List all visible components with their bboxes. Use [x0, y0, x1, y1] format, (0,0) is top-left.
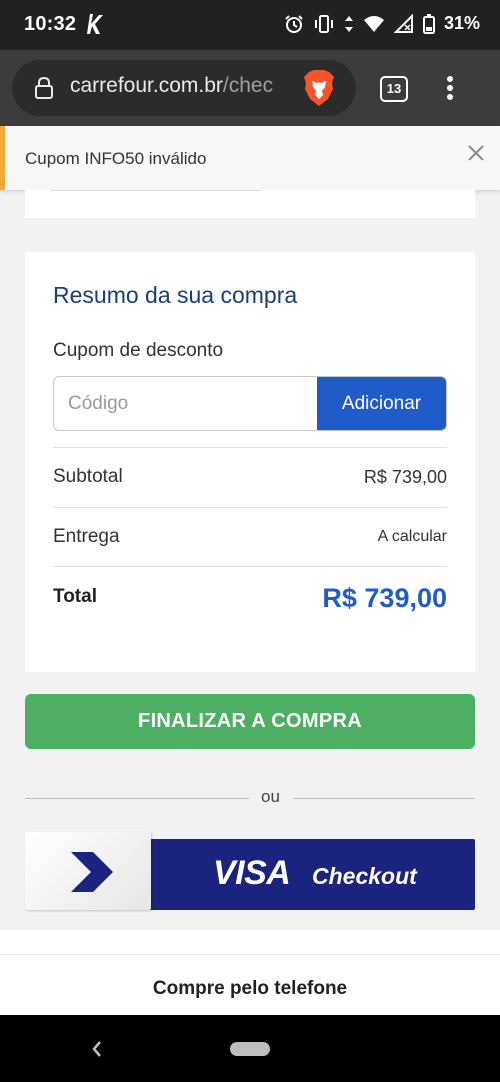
- total-value: R$ 739,00: [322, 583, 447, 613]
- summary-title: Resumo da sua compra: [53, 282, 298, 308]
- previous-card: [25, 190, 475, 218]
- finalize-purchase-button[interactable]: FINALIZAR A COMPRA: [25, 694, 475, 749]
- delivery-value: A calcular: [377, 528, 447, 545]
- url-path: /chec: [222, 74, 274, 97]
- wifi-icon: [363, 15, 384, 32]
- status-time: 10:32: [24, 13, 77, 35]
- subtotal-label: Subtotal: [53, 466, 123, 487]
- tab-switcher-button[interactable]: 13: [380, 76, 408, 102]
- url-host: carrefour.com.br: [70, 74, 223, 97]
- k-notification-icon: [87, 14, 103, 34]
- subtotal-value: R$ 739,00: [363, 467, 447, 487]
- coupon-input[interactable]: [54, 377, 318, 430]
- lock-icon: [35, 76, 53, 99]
- divider: [53, 507, 447, 508]
- status-bar: 10:32 31%: [0, 0, 500, 50]
- system-nav-bar: [0, 1015, 500, 1082]
- or-label: ou: [261, 787, 280, 806]
- total-label: Total: [53, 586, 97, 607]
- divider: [53, 447, 447, 448]
- order-summary-card: Resumo da sua compra Cupom de desconto A…: [25, 252, 475, 672]
- address-bar[interactable]: carrefour.com.br/chec: [12, 60, 356, 116]
- divider: [293, 798, 475, 799]
- home-pill[interactable]: [230, 1042, 270, 1056]
- browser-toolbar: carrefour.com.br/chec 13: [0, 50, 500, 126]
- url-text[interactable]: carrefour.com.br/chec: [70, 74, 292, 98]
- visa-checkout-label: Checkout: [312, 863, 417, 889]
- battery-percent: 31%: [443, 13, 480, 33]
- alarm-icon: [285, 14, 303, 33]
- visa-checkout-button[interactable]: VISA Checkout: [25, 832, 475, 910]
- divider: [0, 954, 500, 955]
- coupon-field-group: Adicionar: [53, 376, 447, 431]
- divider: [25, 798, 249, 799]
- signal-icon: [393, 13, 413, 33]
- coupon-error-toast: Cupom INFO50 inválido: [0, 126, 500, 190]
- battery-icon: [422, 13, 435, 34]
- buy-by-phone-link[interactable]: Compre pelo telefone: [0, 978, 500, 1000]
- brave-lion-icon[interactable]: [302, 69, 336, 107]
- vibrate-icon: [314, 14, 333, 33]
- close-icon[interactable]: [466, 143, 486, 163]
- toast-message: Cupom INFO50 inválido: [25, 149, 207, 168]
- status-icons: 31%: [284, 13, 480, 34]
- divider: [50, 190, 260, 191]
- visa-logo: VISA: [213, 854, 291, 892]
- back-icon[interactable]: [90, 1039, 104, 1059]
- overflow-menu-icon[interactable]: [440, 74, 460, 104]
- divider: [53, 566, 447, 567]
- footer-section: Compre pelo telefone: [0, 930, 500, 1018]
- chevron-right-icon: [71, 852, 113, 892]
- coupon-label: Cupom de desconto: [53, 340, 224, 361]
- visa-chevron-tab: [25, 832, 151, 910]
- delivery-label: Entrega: [53, 526, 120, 547]
- add-coupon-button[interactable]: Adicionar: [317, 377, 446, 430]
- data-arrows-icon: [344, 15, 353, 32]
